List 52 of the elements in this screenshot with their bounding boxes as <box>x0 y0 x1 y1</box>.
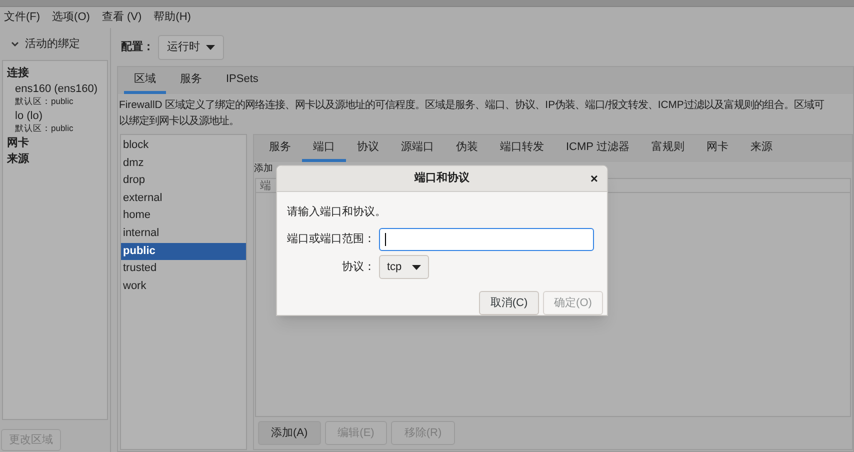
tab[interactable]: 端口转发 <box>489 135 555 162</box>
group-label: 来源 <box>7 152 30 167</box>
close-button[interactable]: × <box>590 171 598 187</box>
binding-name[interactable]: ens160 (ens160) <box>15 82 98 96</box>
zone-item[interactable]: dmz <box>121 154 246 172</box>
chevron-icon[interactable] <box>11 40 19 48</box>
binding-zone: 默认区：public <box>15 96 74 107</box>
column-header: 端 <box>259 179 271 192</box>
bindings-title: 活动的绑定 <box>25 36 80 52</box>
description-text: 以绑定到网卡以及源地址。 <box>119 114 239 129</box>
ports-hint: 添加 <box>254 162 273 176</box>
tab[interactable]: 区域 <box>124 67 166 94</box>
zone-item[interactable]: work <box>121 278 246 296</box>
description-text: FirewallD 区域定义了绑定的网络连接、网卡以及源地址的可信程度。区域是服务、端口、协议、IP伪装、端口/报文转发、ICMP过滤以及富规则的组合。区域可 <box>119 98 824 113</box>
port-input-field[interactable] <box>379 228 594 251</box>
config-dropdown[interactable]: 运行时 <box>158 34 224 60</box>
menu-item[interactable]: 帮助(H) <box>154 9 191 26</box>
tab[interactable]: 来源 <box>739 135 784 162</box>
protocol-dropdown[interactable]: tcp <box>379 255 429 279</box>
zone-item[interactable]: trusted <box>121 260 246 278</box>
binding-zone: 默认区：public <box>15 123 74 134</box>
tab[interactable]: 网卡 <box>695 135 740 162</box>
dialog-title: 端口和协议 <box>414 170 470 186</box>
menu-item[interactable]: 选项(O) <box>52 9 90 26</box>
tab[interactable]: 富规则 <box>640 135 696 162</box>
group-label: 连接 <box>7 66 30 81</box>
zone-item[interactable]: block <box>121 137 246 155</box>
dialog-button[interactable]: 取消(C) <box>479 291 539 315</box>
dialog-prompt: 请输入端口和协议。 <box>287 204 387 220</box>
menu-item[interactable]: 查看 (V) <box>102 9 142 26</box>
protocol-label: 协议： <box>341 260 376 275</box>
menu-item[interactable]: 文件(F) <box>4 9 40 26</box>
group-label: 网卡 <box>7 136 30 151</box>
caret-icon <box>206 44 215 50</box>
tab[interactable]: IPSets <box>216 67 268 94</box>
zone-item[interactable]: external <box>121 190 246 208</box>
action-button[interactable]: 添加(A) <box>258 421 321 445</box>
zone-item[interactable]: internal <box>121 224 246 243</box>
port-label: 端口或端口范围： <box>286 232 376 248</box>
binding-name[interactable]: lo (lo) <box>15 109 43 123</box>
zone-item[interactable]: public <box>121 242 246 260</box>
caret-icon <box>412 264 421 270</box>
config-label: 配置： <box>121 40 154 55</box>
tab[interactable]: 服务 <box>170 67 212 94</box>
zone-item[interactable]: drop <box>121 172 246 190</box>
tab[interactable]: 源端口 <box>390 135 445 162</box>
tab[interactable]: 端口 <box>302 135 346 162</box>
tab[interactable]: 伪装 <box>445 135 489 162</box>
tab[interactable]: 协议 <box>346 135 390 162</box>
zone-item[interactable]: home <box>121 207 246 225</box>
tab[interactable]: 服务 <box>258 135 302 162</box>
tab[interactable]: ICMP 过滤器 <box>555 135 640 162</box>
